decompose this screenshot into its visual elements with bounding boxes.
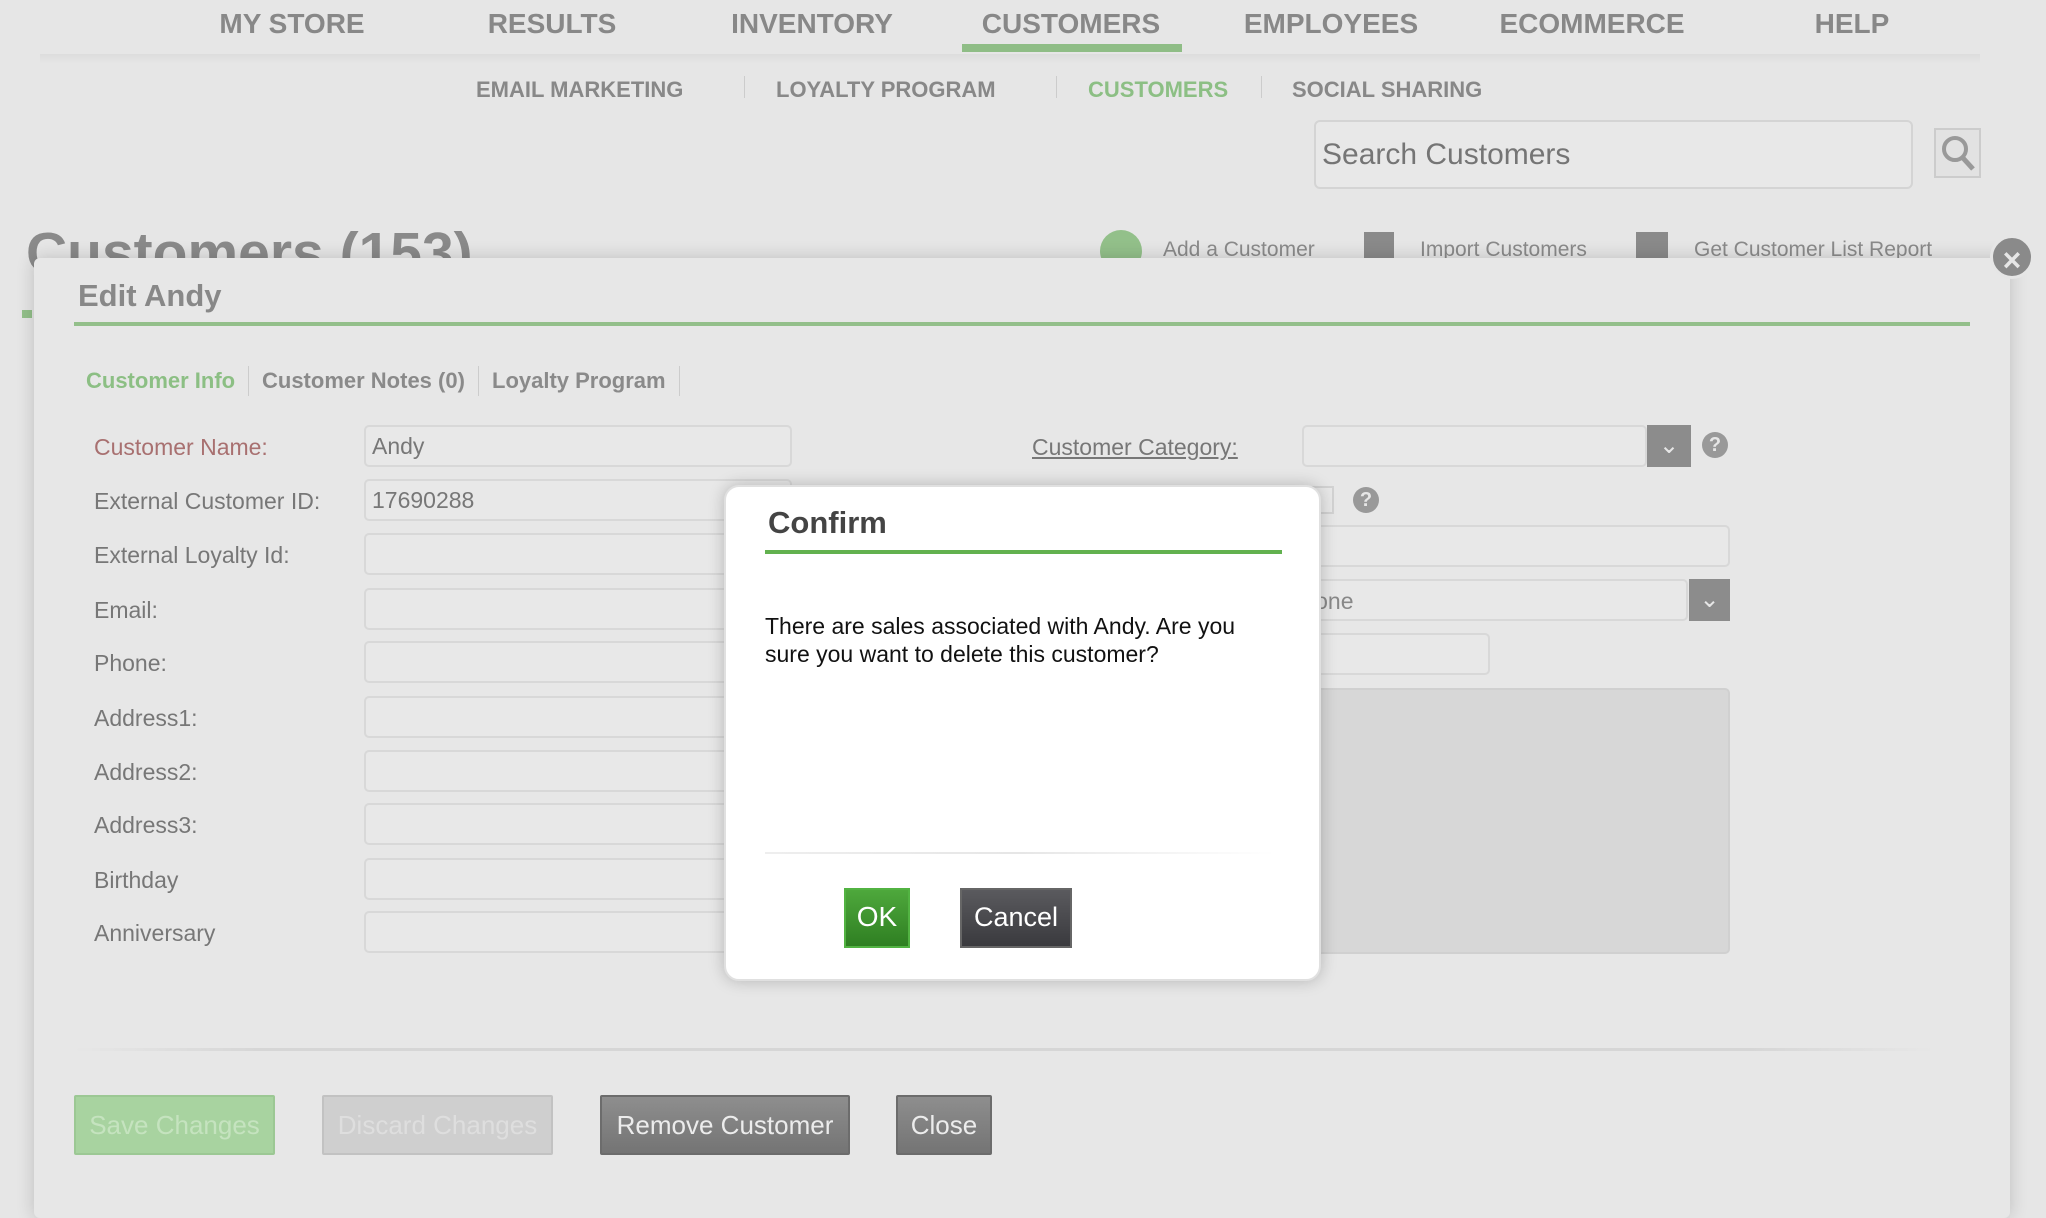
- subnav-separator: [744, 76, 745, 98]
- birthday-label: Birthday: [94, 867, 179, 893]
- customer-name-label: Customer Name:: [94, 434, 268, 460]
- discard-changes-button[interactable]: Discard Changes: [322, 1095, 553, 1155]
- subnav-customers[interactable]: CUSTOMERS: [1088, 77, 1228, 103]
- text-input[interactable]: [1302, 633, 1490, 675]
- text-input[interactable]: [1302, 525, 1730, 567]
- tab-loyalty-program[interactable]: Loyalty Program: [492, 368, 666, 394]
- dialog-divider: [765, 852, 1275, 854]
- close-icon[interactable]: ×: [1990, 235, 2034, 279]
- confirm-dialog: Confirm There are sales associated with …: [724, 485, 1321, 981]
- nav-employees[interactable]: EMPLOYEES: [1244, 8, 1418, 40]
- tab-separator: [248, 366, 249, 396]
- subnav-separator: [1261, 76, 1262, 98]
- search-input[interactable]: [1314, 120, 1913, 189]
- background-indicator: [22, 310, 32, 318]
- address2-label: Address2:: [94, 759, 198, 785]
- dialog-message: There are sales associated with Andy. Ar…: [765, 613, 1236, 667]
- subnav-loyalty-program[interactable]: LOYALTY PROGRAM: [776, 77, 996, 103]
- help-icon[interactable]: ?: [1353, 487, 1379, 513]
- address1-label: Address1:: [94, 705, 198, 731]
- nav-results[interactable]: RESULTS: [488, 8, 617, 40]
- nav-customers[interactable]: CUSTOMERS: [982, 8, 1160, 40]
- help-icon[interactable]: ?: [1702, 432, 1728, 458]
- cancel-button[interactable]: Cancel: [960, 888, 1072, 948]
- dialog-title-underline: [765, 550, 1282, 554]
- external-customer-id-label: External Customer ID:: [94, 488, 321, 514]
- anniversary-label: Anniversary: [94, 920, 216, 946]
- subnav-separator: [1056, 76, 1057, 98]
- tab-customer-notes[interactable]: Customer Notes (0): [262, 368, 465, 394]
- customer-name-input[interactable]: [364, 425, 792, 467]
- phone-label: Phone:: [94, 650, 167, 676]
- remove-customer-button[interactable]: Remove Customer: [600, 1095, 850, 1155]
- ok-button[interactable]: OK: [844, 888, 910, 948]
- nav-active-indicator: [962, 44, 1182, 52]
- close-button[interactable]: Close: [896, 1095, 992, 1155]
- search-icon: [1942, 136, 1975, 171]
- chevron-down-icon[interactable]: ⌄: [1689, 579, 1730, 621]
- nav-help[interactable]: HELP: [1815, 8, 1890, 40]
- save-changes-button[interactable]: Save Changes: [74, 1095, 275, 1155]
- nav-shadow: [40, 54, 1980, 64]
- subnav-email-marketing[interactable]: EMAIL MARKETING: [476, 77, 683, 103]
- tab-separator: [478, 366, 479, 396]
- search-button[interactable]: [1934, 128, 1981, 178]
- dialog-title: Confirm: [768, 505, 887, 540]
- select-input[interactable]: lone: [1302, 579, 1688, 621]
- notes-textarea[interactable]: [1302, 688, 1730, 954]
- address3-label: Address3:: [94, 812, 198, 838]
- chevron-down-icon[interactable]: ⌄: [1647, 425, 1691, 467]
- customer-category-label[interactable]: Customer Category:: [1032, 434, 1238, 461]
- external-loyalty-id-label: External Loyalty Id:: [94, 542, 290, 568]
- customer-category-select[interactable]: [1302, 425, 1647, 467]
- title-underline: [74, 322, 1970, 326]
- nav-ecommerce[interactable]: ECOMMERCE: [1499, 8, 1684, 40]
- edit-panel-title: Edit Andy: [78, 278, 222, 313]
- nav-inventory[interactable]: INVENTORY: [731, 8, 893, 40]
- email-label: Email:: [94, 597, 158, 623]
- nav-my-store[interactable]: MY STORE: [219, 8, 364, 40]
- tab-customer-info[interactable]: Customer Info: [86, 368, 235, 394]
- divider: [74, 1048, 1934, 1051]
- tab-separator: [679, 366, 680, 396]
- subnav-social-sharing[interactable]: SOCIAL SHARING: [1292, 77, 1482, 103]
